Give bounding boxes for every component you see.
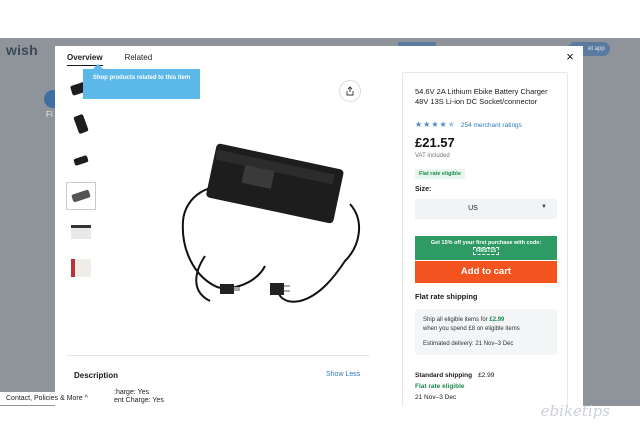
rating-stars: ★ ★ ★ ★ ★ 254 merchant ratings	[415, 121, 522, 129]
promo-code: FIRST15	[472, 247, 499, 255]
add-to-cart-button[interactable]: Add to cart	[415, 261, 557, 283]
vat-note: VAT included	[415, 153, 450, 159]
shipping-info-box: Ship all eligible items for £2.99 when y…	[415, 309, 557, 355]
description-divider	[67, 355, 370, 356]
standard-shipping-label: Standard shipping	[415, 372, 473, 379]
ship-all-line: Ship all eligible items for £2.99	[423, 317, 505, 323]
promo-text: Get 15% off your first purchase with cod…	[430, 240, 542, 246]
estimated-delivery: Estimated delivery: 21 Nov–3 Dec	[423, 341, 514, 347]
size-select[interactable]: US ▼	[415, 199, 557, 219]
ship-all-condition: when you spend £8 on eligible items	[423, 326, 520, 332]
close-icon[interactable]: ×	[563, 50, 577, 64]
description-line: :harge: Yes	[114, 389, 150, 396]
star-icon: ★	[423, 120, 431, 129]
standard-shipping: Standard shipping £2.99	[415, 372, 494, 379]
thumbnail-list	[66, 74, 98, 290]
thumbnail-2[interactable]	[66, 110, 96, 138]
share-icon[interactable]	[339, 80, 361, 102]
show-less-link[interactable]: Show Less	[326, 371, 360, 378]
description-title: Description	[74, 371, 119, 380]
thumbnail-6[interactable]	[66, 254, 96, 282]
ship-all-price: £2.99	[489, 317, 505, 323]
star-icon: ★	[415, 120, 423, 129]
product-modal: Overview Related × Shop products related…	[55, 46, 583, 406]
caret-up-icon: ^	[84, 395, 88, 402]
merchant-ratings-link[interactable]: 254 merchant ratings	[461, 122, 522, 129]
wish-logo: wish	[6, 42, 38, 58]
product-image	[181, 143, 361, 303]
star-icon: ★	[439, 120, 447, 129]
standard-flat-rate-eligible: Flat rate eligible	[415, 383, 465, 390]
size-label: Size:	[415, 186, 432, 193]
product-price: £21.57	[415, 135, 455, 150]
thumbnail-4[interactable]	[66, 182, 96, 210]
star-icon: ★	[431, 120, 439, 129]
tab-related[interactable]: Related	[125, 53, 153, 66]
description-line: ent Charge: Yes	[114, 397, 164, 404]
shipping-heading: Flat rate shipping	[415, 292, 478, 301]
product-title: 54.6V 2A Lithium Ebike Battery Charger 4…	[415, 87, 548, 106]
standard-shipping-price: £2.99	[478, 372, 495, 379]
flat-rate-badge: Flat rate eligible	[415, 169, 465, 179]
background-category-label: Fi	[46, 110, 53, 119]
thumbnail-3[interactable]	[66, 146, 96, 174]
standard-delivery-dates: 21 Nov–3 Dec	[415, 394, 457, 401]
half-star-icon: ★	[447, 120, 455, 129]
contact-policies-link[interactable]: Contact, Policies & More ^	[0, 392, 94, 405]
size-value: US	[468, 205, 478, 212]
modal-tabs: Overview Related	[67, 53, 152, 66]
product-info-panel: 54.6V 2A Lithium Ebike Battery Charger 4…	[402, 72, 568, 406]
top-band	[0, 0, 640, 38]
promo-banner: Get 15% off your first purchase with cod…	[415, 236, 557, 260]
ebiketips-watermark: ebiketips	[540, 402, 610, 420]
chevron-down-icon: ▼	[541, 204, 547, 210]
related-tooltip: Shop products related to this item	[83, 64, 200, 99]
thumbnail-5[interactable]	[66, 218, 96, 246]
